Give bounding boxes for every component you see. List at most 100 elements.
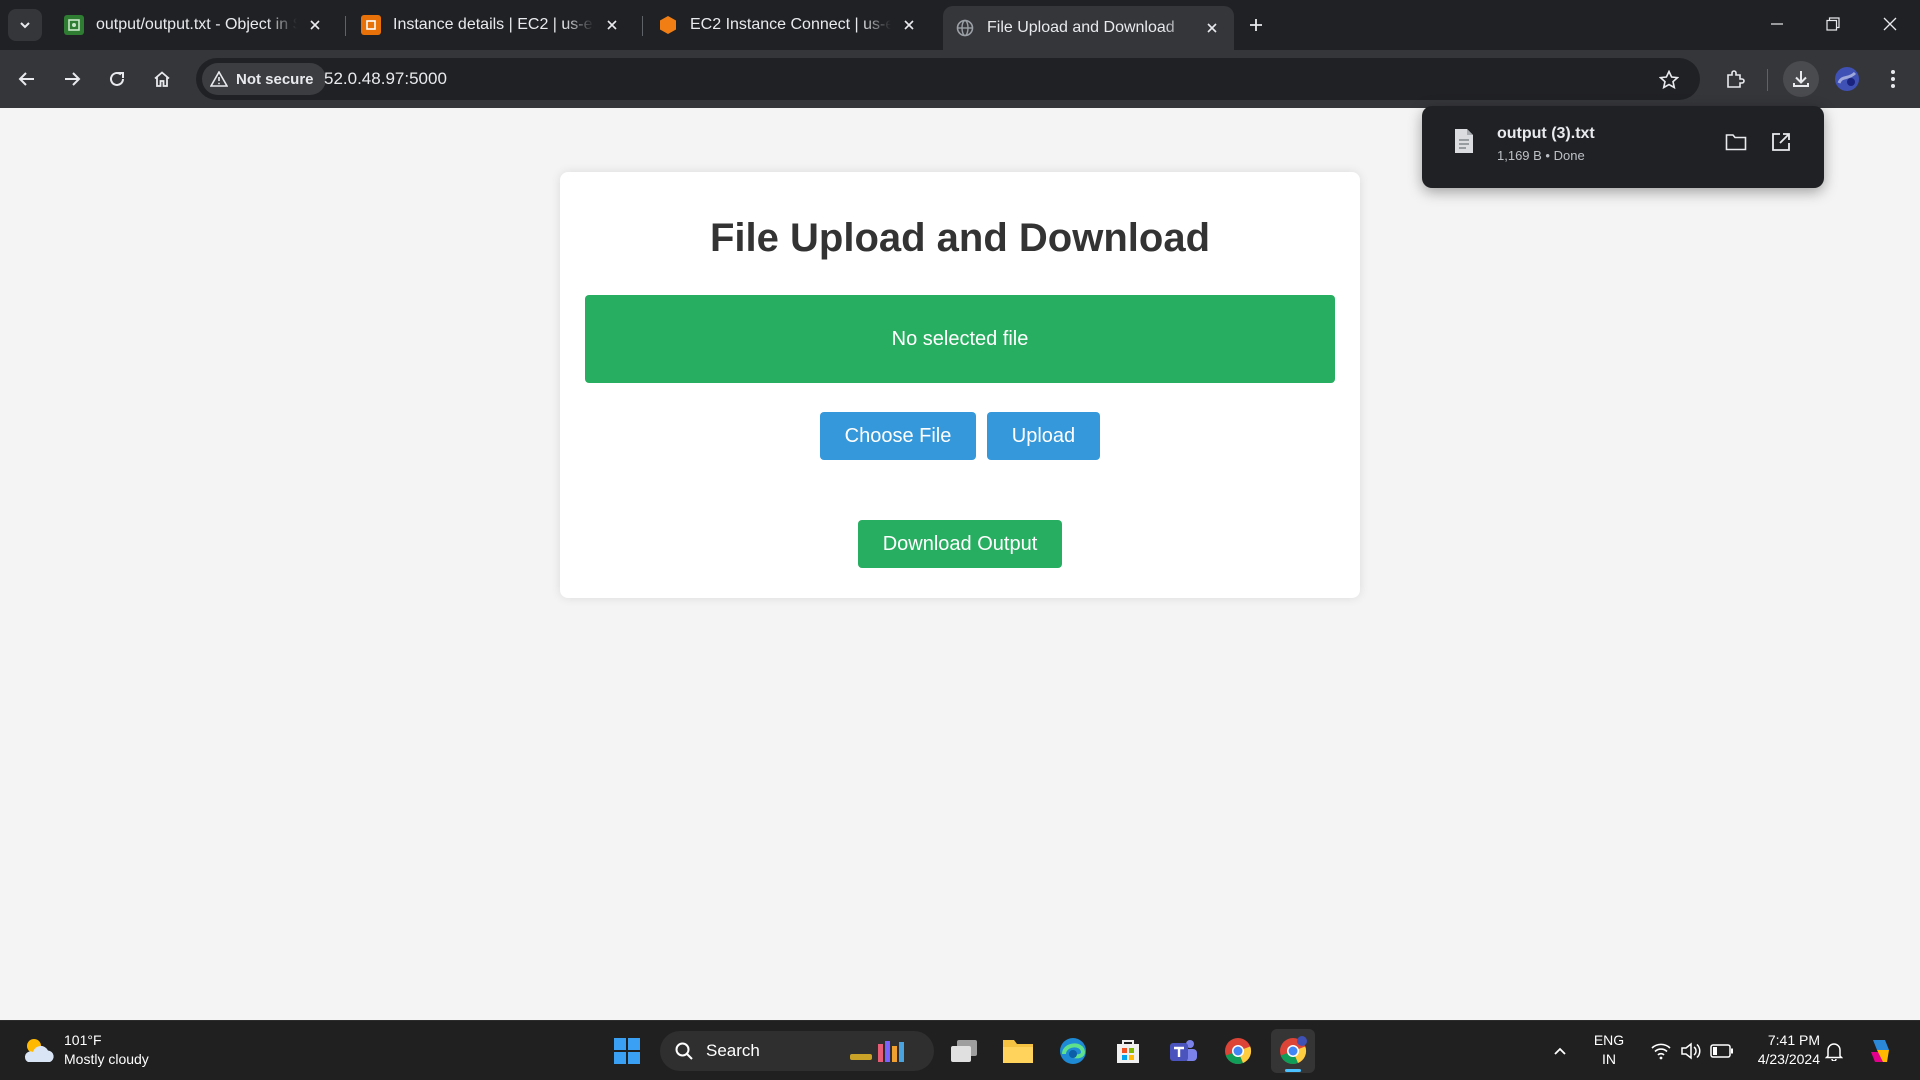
clock-time: 7:41 PM [1767, 1032, 1820, 1048]
url-text[interactable]: 52.0.48.97:5000 [324, 69, 447, 89]
start-button[interactable] [605, 1029, 649, 1073]
chevron-up-icon [1554, 1047, 1566, 1055]
microsoft-store-button[interactable] [1106, 1029, 1150, 1073]
open-external-icon [1772, 133, 1790, 151]
tab-ec2-instance-details[interactable]: Instance details | EC2 | us-east-1 [349, 6, 634, 44]
reload-button[interactable] [99, 61, 135, 97]
search-icon [675, 1042, 693, 1060]
chrome-menu-button[interactable] [1875, 61, 1911, 97]
weather-widget[interactable]: 101°F Mostly cloudy [20, 1031, 149, 1069]
active-app-indicator [1285, 1069, 1301, 1072]
close-tab-icon[interactable] [305, 15, 325, 35]
avatar-icon [1835, 67, 1859, 91]
tab-separator [345, 16, 346, 36]
download-status: 1,169 B • Done [1497, 148, 1585, 163]
restore-icon [1826, 17, 1840, 31]
back-button[interactable] [9, 61, 45, 97]
file-explorer-button[interactable] [996, 1029, 1040, 1073]
weather-temperature: 101°F [64, 1032, 102, 1048]
profile-avatar[interactable] [1829, 61, 1865, 97]
search-label: Search [706, 1041, 760, 1060]
clock[interactable]: 7:41 PM 4/23/2024 [1744, 1031, 1820, 1069]
show-in-folder-button[interactable] [1720, 126, 1752, 158]
copilot-icon [1871, 1040, 1889, 1062]
browser-toolbar: Not secure 52.0.48.97:5000 [0, 50, 1920, 108]
task-view-button[interactable] [942, 1029, 986, 1073]
volume-icon [1681, 1042, 1701, 1060]
close-icon [1883, 17, 1897, 31]
ec2-icon [361, 15, 381, 35]
taskbar-search[interactable]: Search [660, 1031, 934, 1071]
weather-condition: Mostly cloudy [64, 1051, 149, 1067]
region-code: IN [1602, 1051, 1616, 1067]
task-view-icon [951, 1040, 977, 1062]
copilot-button[interactable] [1858, 1029, 1902, 1073]
folder-icon [1725, 134, 1747, 151]
tab-strip: output/output.txt - Object in S3 Instanc… [0, 0, 1920, 50]
tab-title: File Upload and Download [987, 19, 1175, 36]
close-tab-icon[interactable] [1202, 18, 1222, 38]
chevron-down-icon [20, 22, 30, 29]
chrome-button[interactable] [1216, 1029, 1260, 1073]
edge-button[interactable] [1051, 1029, 1095, 1073]
tab-separator [642, 16, 643, 36]
download-file-name[interactable]: output (3).txt [1497, 125, 1595, 143]
reload-icon [110, 71, 124, 86]
address-bar[interactable]: Not secure 52.0.48.97:5000 [196, 58, 1700, 100]
teams-icon [1170, 1040, 1197, 1061]
wifi-icon [1651, 1043, 1671, 1060]
home-button[interactable] [144, 61, 180, 97]
quick-settings-button[interactable] [1640, 1029, 1744, 1073]
globe-icon [955, 18, 975, 38]
tab-file-upload-download[interactable]: File Upload and Download [943, 6, 1234, 50]
new-tab-button[interactable] [1242, 11, 1270, 39]
tab-search-button[interactable] [8, 9, 42, 41]
chrome-profile-button[interactable] [1271, 1029, 1315, 1073]
download-icon [1793, 71, 1809, 87]
choose-file-button[interactable]: Choose File [820, 412, 976, 460]
downloads-button[interactable] [1783, 61, 1819, 97]
plus-icon [1250, 19, 1262, 31]
minimize-button[interactable] [1749, 0, 1805, 48]
ec2-connect-icon [658, 15, 678, 35]
open-file-button[interactable] [1765, 126, 1797, 158]
forward-button[interactable] [54, 61, 90, 97]
file-icon [1455, 129, 1473, 153]
close-tab-icon[interactable] [899, 15, 919, 35]
close-window-button[interactable] [1862, 0, 1918, 48]
close-tab-icon[interactable] [602, 15, 622, 35]
show-hidden-icons-button[interactable] [1538, 1029, 1582, 1073]
battery-icon [1710, 1044, 1733, 1058]
download-output-button[interactable]: Download Output [858, 520, 1062, 568]
minimize-icon [1771, 23, 1783, 25]
teams-button[interactable] [1161, 1029, 1205, 1073]
language-indicator[interactable]: ENG IN [1586, 1031, 1632, 1069]
upload-button[interactable]: Upload [987, 412, 1100, 460]
warning-icon [210, 71, 228, 87]
toolbar-divider [1767, 69, 1768, 91]
restore-button[interactable] [1805, 0, 1861, 48]
bell-icon [1825, 1043, 1843, 1061]
home-icon [154, 71, 170, 87]
extensions-button[interactable] [1717, 61, 1753, 97]
folder-icon [1003, 1040, 1033, 1063]
tab-title: EC2 Instance Connect | us-east-1 [690, 16, 891, 33]
tab-title: Instance details | EC2 | us-east-1 [393, 16, 594, 33]
arrow-left-icon [18, 72, 34, 86]
tab-s3-object[interactable]: output/output.txt - Object in S3 [52, 6, 337, 44]
bookmark-button[interactable] [1656, 67, 1682, 93]
star-icon [1659, 70, 1679, 90]
language-code: ENG [1593, 1032, 1625, 1048]
notifications-button[interactable] [1812, 1029, 1856, 1073]
arrow-right-icon [65, 72, 81, 86]
store-icon [1117, 1040, 1139, 1063]
s3-bucket-icon [64, 15, 84, 35]
edge-icon [1060, 1038, 1086, 1064]
more-vert-icon [1891, 70, 1895, 88]
puzzle-icon [1727, 70, 1745, 88]
tab-title: output/output.txt - Object in S3 [96, 16, 297, 33]
chrome-icon [1225, 1038, 1252, 1065]
site-info-chip[interactable]: Not secure [202, 63, 326, 95]
upload-card: File Upload and Download No selected fil… [560, 172, 1360, 598]
tab-ec2-instance-connect[interactable]: EC2 Instance Connect | us-east-1 [646, 6, 931, 44]
